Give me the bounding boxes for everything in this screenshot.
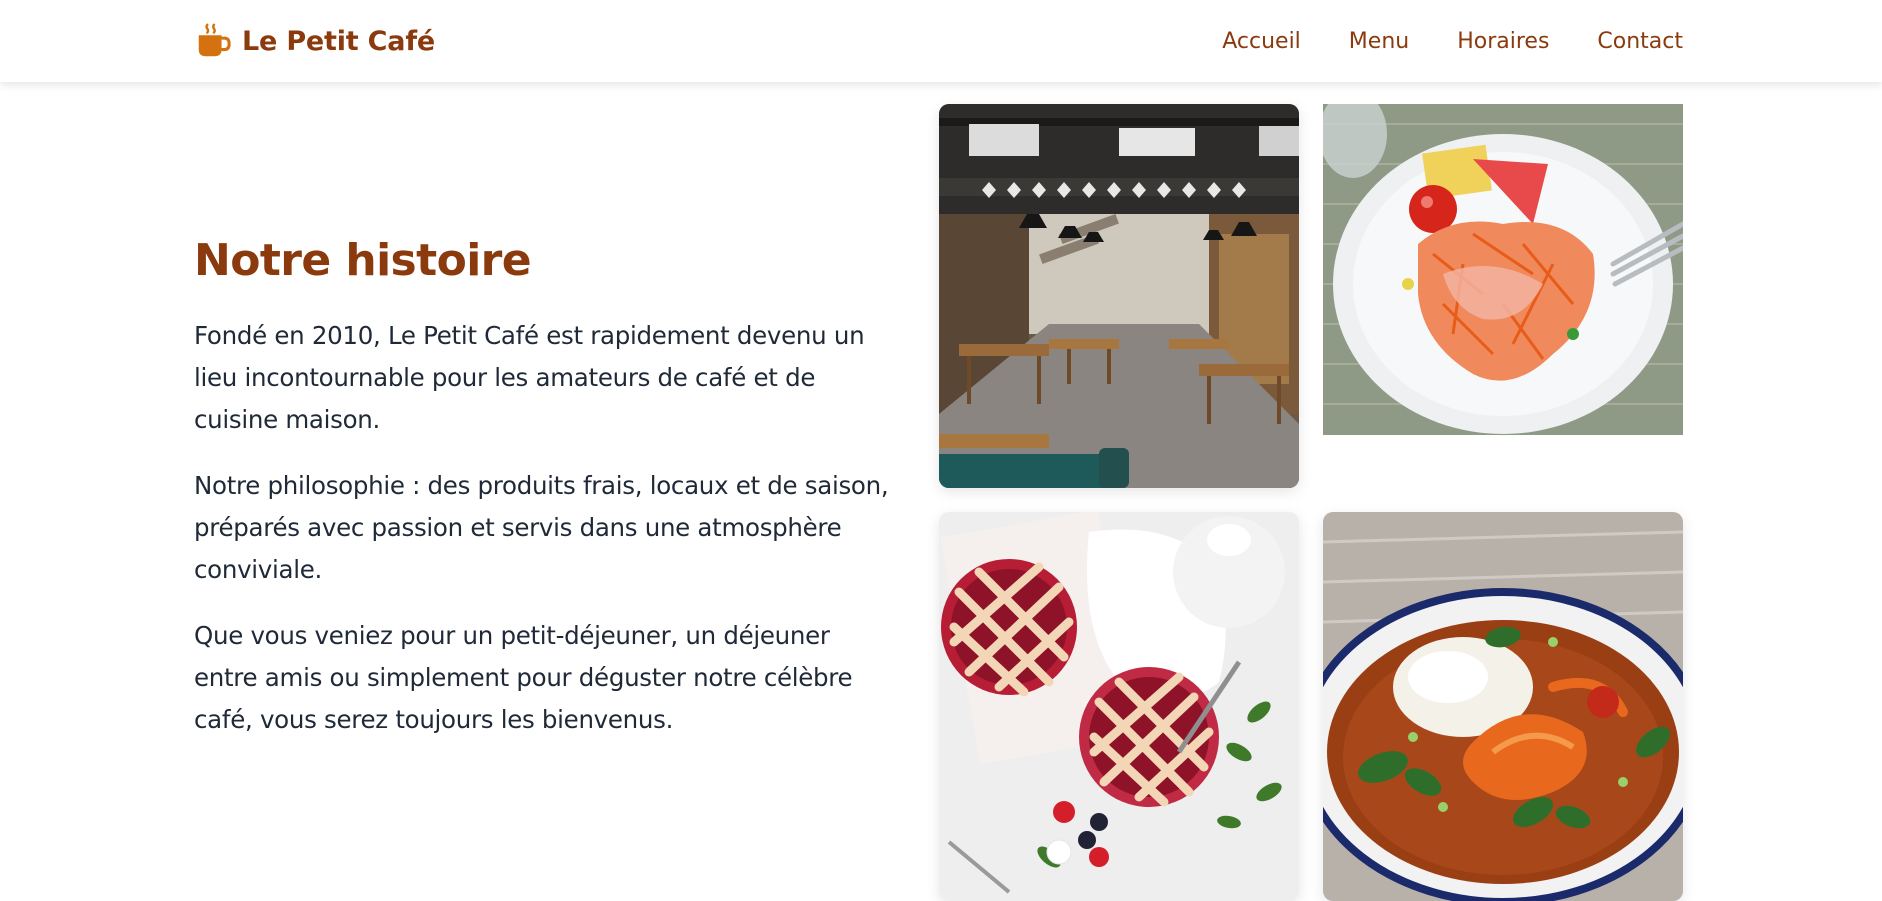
shrimp-curry-photo [1323, 512, 1683, 901]
coffee-cup-icon [198, 23, 231, 57]
nav-link-menu[interactable]: Menu [1349, 29, 1409, 54]
nav-link-horaires[interactable]: Horaires [1457, 29, 1549, 54]
nav-link-accueil[interactable]: Accueil [1222, 29, 1301, 54]
salad-plate-photo [1323, 104, 1683, 435]
main-nav: Accueil Menu Horaires Contact [1222, 29, 1683, 54]
story-section: Notre histoire Fondé en 2010, Le Petit C… [194, 235, 894, 765]
header-inner: Le Petit Café Accueil Menu Horaires Cont… [194, 0, 1683, 82]
nav-link-contact[interactable]: Contact [1597, 29, 1683, 54]
story-paragraph-founding: Fondé en 2010, Le Petit Café est rapidem… [194, 320, 865, 434]
brand-logo-link[interactable]: Le Petit Café [194, 22, 435, 60]
story-title: Notre histoire [194, 235, 532, 286]
berry-pies-photo [939, 512, 1299, 901]
site-header: Le Petit Café Accueil Menu Horaires Cont… [0, 0, 1882, 82]
story-paragraph-philosophy: Notre philosophie : des produits frais, … [194, 470, 889, 584]
story-paragraph-welcome: Que vous veniez pour un petit-déjeuner, … [194, 620, 853, 734]
cafe-interior-photo [939, 104, 1299, 488]
brand-name: Le Petit Café [242, 25, 435, 57]
